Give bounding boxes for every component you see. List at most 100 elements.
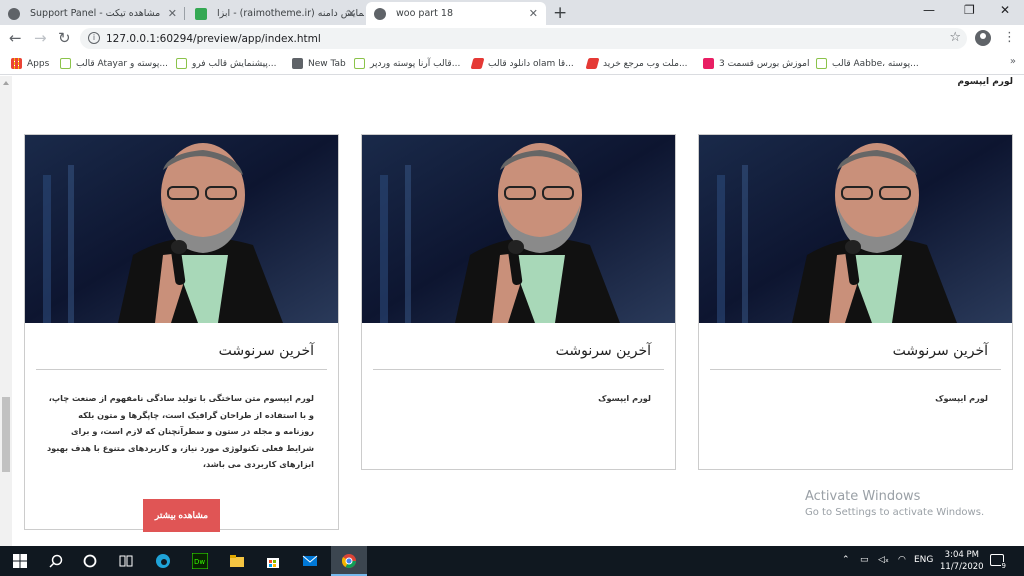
bookmark-label: اموزش بورس قسمت 3 — [719, 58, 810, 69]
file-explorer-icon[interactable] — [229, 553, 245, 569]
scrollbar-thumb[interactable] — [2, 397, 10, 472]
tab-support-panel[interactable]: Support Panel - مشاهده تیکت ✕ — [0, 2, 185, 25]
speaker-photo — [699, 135, 1012, 323]
bookmark-label: قالب Atayar پوسته و... — [76, 58, 168, 69]
cortana-icon[interactable] — [82, 553, 98, 569]
card-title: آخرین سرنوشت — [218, 343, 314, 359]
bookmark-arena[interactable]: قالب آرنا پوسته وردپر... — [354, 56, 460, 71]
bookmark-mellatweb[interactable]: ملت وب مرجع خرید... — [585, 56, 688, 71]
language-indicator[interactable]: ENG — [914, 555, 933, 565]
site-icon — [354, 58, 365, 69]
site-icon — [816, 58, 827, 69]
bookmarks-overflow-button[interactable]: » — [1010, 56, 1016, 67]
browser-toolbar: ← → ↻ i 127.0.0.1:60294/preview/app/inde… — [0, 25, 1024, 52]
bookmark-label: Apps — [27, 58, 50, 69]
site-icon — [585, 58, 600, 69]
forward-button[interactable]: → — [34, 29, 47, 47]
bookmark-bourse[interactable]: اموزش بورس قسمت 3 — [703, 56, 809, 71]
bookmark-label: قالب آرنا پوسته وردپر... — [370, 58, 461, 69]
site-icon — [703, 58, 714, 69]
watermark-title: Activate Windows — [805, 489, 921, 504]
windows-taskbar: Dw ⌃ ▭ ◁ₓ ◠ ENG 3:04 PM 11/7/2020 9 — [0, 546, 1024, 576]
post-card: آخرین سرنوشت لورم ایپسوک — [698, 134, 1013, 470]
chrome-icon[interactable] — [341, 553, 357, 569]
bookmark-preview[interactable]: پیشنمایش قالب فرو... — [176, 56, 276, 71]
bookmark-label: دانلود قالب olam قا... — [488, 58, 574, 69]
tab-woo-part-18[interactable]: woo part 18 ✕ — [366, 2, 546, 25]
bookmark-new-tab[interactable]: New Tab — [292, 56, 346, 71]
apps-grid-icon — [11, 58, 22, 69]
close-tab-icon[interactable]: ✕ — [168, 7, 177, 20]
minimize-button[interactable]: — — [923, 3, 935, 17]
info-icon[interactable]: i — [88, 32, 100, 44]
notification-center-icon[interactable]: 9 — [990, 554, 1007, 570]
card-photo — [699, 135, 1012, 323]
restore-button[interactable]: ❐ — [964, 3, 975, 17]
site-icon — [176, 58, 187, 69]
volume-icon[interactable]: ◁ₓ — [878, 555, 889, 565]
bookmark-label: پیشنمایش قالب فرو... — [192, 58, 277, 69]
globe-icon — [8, 7, 20, 20]
bookmark-label: New Tab — [308, 58, 346, 69]
activate-windows-watermark: Activate Windows Go to Settings to activ… — [805, 489, 984, 518]
post-card: آخرین سرنوشت لورم ایپسوم متن ساختگی با ت… — [24, 134, 339, 532]
url-text: 127.0.0.1:60294/preview/app/index.html — [106, 32, 321, 45]
reload-button[interactable]: ↻ — [58, 29, 71, 47]
globe-icon — [374, 7, 386, 20]
close-window-button[interactable]: ✕ — [1000, 3, 1010, 17]
close-tab-icon[interactable]: ✕ — [529, 7, 538, 20]
watermark-subtitle: Go to Settings to activate Windows. — [805, 507, 985, 518]
bookmark-apps[interactable]: Apps — [11, 56, 49, 71]
bookmarks-bar: Apps قالب Atayar پوسته و... پیشنمایش قال… — [0, 52, 1024, 75]
bookmark-label: قالب Aabbe، پوسته... — [832, 58, 919, 69]
edge-icon[interactable] — [155, 553, 171, 569]
chrome-taskbar-active[interactable] — [331, 546, 367, 576]
tab-raimotheme[interactable]: ابزا - (raimotheme.ir) نمایش دامنه ✕ — [187, 2, 364, 25]
show-hidden-icons-icon[interactable]: ⌃ — [842, 555, 850, 565]
store-icon[interactable] — [265, 553, 281, 569]
see-more-button[interactable]: مشاهده بیشتر — [143, 498, 220, 532]
bookmark-star-icon[interactable]: ☆ — [949, 30, 961, 45]
card-title: آخرین سرنوشت — [555, 343, 651, 359]
profile-avatar-icon[interactable] — [975, 30, 991, 46]
address-bar[interactable]: i 127.0.0.1:60294/preview/app/index.html… — [80, 28, 967, 49]
page-viewport: لورم ایپسوم آخرین سرنوشت لورم ایپسوک آخر… — [0, 76, 1024, 546]
bookmark-label: ملت وب مرجع خرید... — [603, 58, 688, 69]
clock[interactable]: 3:04 PM 11/7/2020 — [940, 549, 984, 573]
new-tab-button[interactable]: + — [553, 3, 567, 23]
close-tab-icon[interactable]: ✕ — [347, 7, 356, 20]
menu-kebab-icon[interactable]: ⋮ — [1003, 30, 1016, 45]
clock-date: 11/7/2020 — [940, 562, 984, 572]
dreamweaver-icon[interactable]: Dw — [192, 553, 208, 569]
task-view-icon[interactable] — [118, 553, 134, 569]
tab-title: woo part 18 — [396, 8, 454, 19]
notification-count: 9 — [1000, 562, 1007, 570]
card-photo — [25, 135, 338, 323]
site-icon — [60, 58, 71, 69]
sheets-icon — [195, 7, 207, 20]
page-top-text: لورم ایپسوم — [957, 77, 1013, 87]
tab-title: Support Panel - مشاهده تیکت — [30, 8, 161, 19]
post-card: آخرین سرنوشت لورم ایپسوک — [361, 134, 676, 470]
bookmark-atayar[interactable]: قالب Atayar پوسته و... — [60, 56, 168, 71]
search-icon[interactable] — [48, 553, 64, 569]
speaker-photo — [25, 135, 338, 323]
globe-icon — [292, 58, 303, 69]
card-body: لورم ایپسوک — [935, 393, 988, 403]
network-icon[interactable]: ◠ — [898, 555, 906, 565]
bookmark-olam[interactable]: دانلود قالب olam قا... — [470, 56, 574, 71]
mail-icon[interactable] — [302, 553, 318, 569]
windows-start-icon[interactable] — [12, 553, 28, 569]
card-body: لورم ایپسوم متن ساختگی با تولید سادگی نا… — [46, 393, 314, 469]
bookmark-aabbe[interactable]: قالب Aabbe، پوسته... — [816, 56, 919, 71]
card-body: لورم ایپسوک — [598, 393, 651, 403]
battery-icon[interactable]: ▭ — [860, 555, 869, 565]
card-title: آخرین سرنوشت — [892, 343, 988, 359]
svg-text:Dw: Dw — [194, 558, 205, 566]
scrollbar[interactable] — [0, 76, 12, 546]
tab-strip: Support Panel - مشاهده تیکت ✕ ابزا - (ra… — [0, 0, 1024, 25]
back-button[interactable]: ← — [9, 29, 22, 47]
scroll-up-arrow-icon[interactable] — [3, 81, 9, 85]
tab-separator — [184, 7, 185, 20]
tab-title: ابزا - (raimotheme.ir) نمایش دامنه — [217, 8, 364, 19]
